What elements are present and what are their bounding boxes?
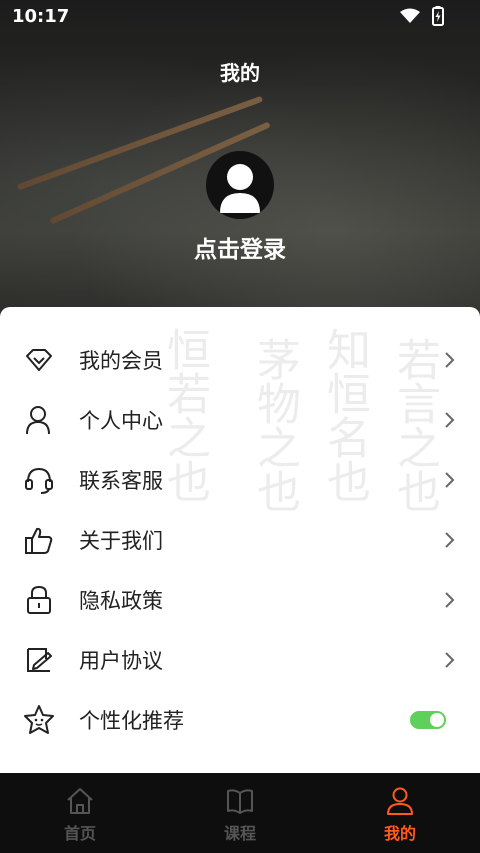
chevron-right-icon (445, 592, 455, 608)
chevron-right-icon (445, 472, 455, 488)
status-bar: 10:17 (0, 0, 480, 32)
user-silhouette-icon (220, 164, 260, 213)
menu-item-label: 隐私政策 (79, 589, 163, 613)
thumbs-up-icon (23, 524, 55, 556)
menu-item-label: 个人中心 (79, 409, 163, 433)
menu-item-label: 用户协议 (79, 649, 163, 673)
person-icon (23, 404, 55, 436)
chevron-right-icon (445, 652, 455, 668)
menu-item-personalized-recommendation: 个性化推荐 (0, 690, 480, 750)
bottom-tab-bar: 首页 课程 我的 (0, 773, 480, 853)
star-face-icon (23, 704, 55, 736)
chevron-right-icon (445, 532, 455, 548)
menu-panel: 恒若之也 茅物之也 知恒名也 若言之也 我的会员 个人中心 联系客服 关于我们 (0, 307, 480, 773)
agreement-icon (23, 644, 55, 676)
status-time: 10:17 (12, 6, 70, 27)
home-icon (67, 788, 93, 814)
book-icon (227, 789, 253, 814)
avatar[interactable] (206, 151, 274, 219)
menu-item-about-us[interactable]: 关于我们 (0, 510, 480, 570)
menu-item-user-agreement[interactable]: 用户协议 (0, 630, 480, 690)
battery-charging-icon (432, 6, 444, 26)
tab-home[interactable]: 首页 (30, 773, 130, 853)
tab-label: 首页 (63, 824, 96, 843)
menu-item-label: 我的会员 (79, 349, 163, 373)
page-title: 我的 (220, 61, 260, 85)
menu-item-membership[interactable]: 我的会员 (0, 330, 480, 390)
profile-icon (387, 787, 413, 815)
menu-item-privacy-policy[interactable]: 隐私政策 (0, 570, 480, 630)
wifi-icon (400, 8, 420, 23)
menu-item-personal-center[interactable]: 个人中心 (0, 390, 480, 450)
chevron-right-icon (445, 352, 455, 368)
headset-icon (23, 464, 55, 496)
lock-icon (23, 584, 55, 616)
tab-mine[interactable]: 我的 (350, 773, 450, 853)
tab-courses[interactable]: 课程 (190, 773, 290, 853)
toggle-knob (430, 713, 444, 727)
tab-label: 课程 (223, 824, 256, 843)
diamond-icon (23, 344, 55, 376)
menu-item-label: 关于我们 (79, 529, 163, 553)
personalized-recommendation-toggle[interactable] (410, 711, 446, 729)
menu-item-customer-service[interactable]: 联系客服 (0, 450, 480, 510)
tab-label: 我的 (383, 824, 416, 843)
chevron-right-icon (445, 412, 455, 428)
menu-item-label: 个性化推荐 (79, 709, 184, 733)
login-button[interactable]: 点击登录 (0, 230, 480, 264)
menu-item-label: 联系客服 (79, 469, 163, 493)
